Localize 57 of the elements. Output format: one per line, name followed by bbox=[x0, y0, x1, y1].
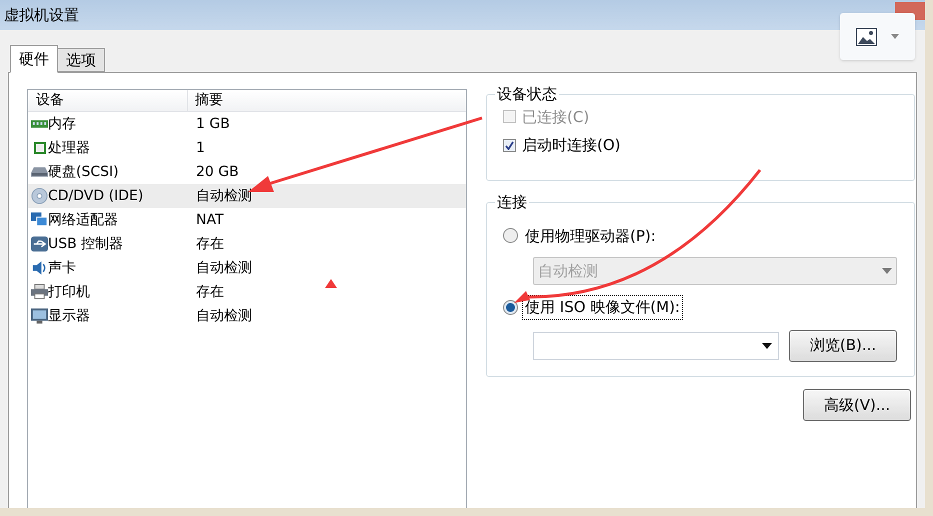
device-name: 打印机 bbox=[48, 282, 91, 302]
device-name: 网络适配器 bbox=[48, 210, 119, 230]
device-row[interactable]: 声卡 自动检测 bbox=[28, 256, 466, 280]
device-name: USB 控制器 bbox=[48, 234, 124, 254]
radio-button[interactable] bbox=[503, 300, 518, 315]
tab[interactable]: 硬件 bbox=[10, 45, 58, 73]
device-name: CD/DVD (IDE) bbox=[48, 186, 144, 206]
device-name: 声卡 bbox=[48, 258, 77, 278]
checkbox-label: 已连接(C) bbox=[522, 106, 590, 128]
device-name: 处理器 bbox=[48, 138, 91, 158]
radio-button[interactable] bbox=[503, 228, 518, 244]
browse-button[interactable]: 浏览(B)... bbox=[789, 330, 897, 362]
tab[interactable]: 选项 bbox=[57, 48, 105, 72]
network-icon bbox=[31, 212, 48, 228]
advanced-button[interactable]: 高级(V)... bbox=[803, 389, 911, 421]
checkbox[interactable] bbox=[503, 138, 516, 152]
monitor-icon bbox=[31, 308, 48, 324]
dropdown-arrow-icon bbox=[882, 268, 892, 274]
device-row[interactable]: 网络适配器 NAT bbox=[28, 208, 466, 232]
disc-icon bbox=[31, 187, 48, 205]
device-summary: 1 bbox=[196, 138, 205, 158]
device-summary: 自动检测 bbox=[196, 306, 252, 326]
image-menu-button[interactable] bbox=[840, 13, 915, 60]
window-title: 虚拟机设置 bbox=[4, 4, 79, 26]
checkmark-icon bbox=[505, 140, 514, 150]
device-row[interactable]: 硬盘(SCSI) 20 GB bbox=[28, 160, 466, 184]
radio-label: 使用物理驱动器(P): bbox=[524, 226, 657, 246]
device-row[interactable]: USB 控制器 存在 bbox=[28, 232, 466, 256]
printer-icon bbox=[31, 284, 48, 300]
dropdown-arrow-icon bbox=[762, 342, 772, 348]
column-header[interactable]: 摘要 bbox=[188, 90, 223, 111]
device-summary: 存在 bbox=[196, 234, 224, 254]
device-summary: 1 GB bbox=[196, 114, 230, 134]
device-row[interactable]: 处理器 1 bbox=[28, 136, 466, 160]
speaker-icon bbox=[31, 259, 48, 277]
checkbox-label: 启动时连接(O) bbox=[522, 135, 621, 156]
device-summary: 自动检测 bbox=[196, 258, 252, 278]
usb-icon bbox=[31, 236, 48, 252]
caret-icon bbox=[891, 34, 899, 39]
image-icon bbox=[856, 28, 877, 46]
group-title: 设备状态 bbox=[496, 84, 558, 105]
device-summary: 存在 bbox=[196, 282, 224, 302]
device-row[interactable]: 打印机 存在 bbox=[28, 280, 466, 304]
device-summary: 自动检测 bbox=[196, 186, 252, 206]
processor-icon bbox=[32, 141, 46, 155]
device-summary: 20 GB bbox=[196, 162, 239, 182]
device-name: 显示器 bbox=[48, 306, 91, 326]
device-row[interactable]: 内存 1 GB bbox=[28, 112, 466, 136]
device-row[interactable]: 显示器 自动检测 bbox=[28, 304, 466, 328]
annotation-triangle bbox=[325, 279, 337, 288]
column-header[interactable]: 设备 bbox=[28, 90, 188, 111]
group-title: 连接 bbox=[496, 192, 528, 213]
memory-icon bbox=[31, 119, 48, 129]
device-row[interactable]: CD/DVD (IDE) 自动检测 bbox=[28, 184, 466, 208]
device-summary: NAT bbox=[196, 210, 224, 230]
device-name: 内存 bbox=[48, 114, 77, 134]
device-name: 硬盘(SCSI) bbox=[48, 162, 120, 182]
